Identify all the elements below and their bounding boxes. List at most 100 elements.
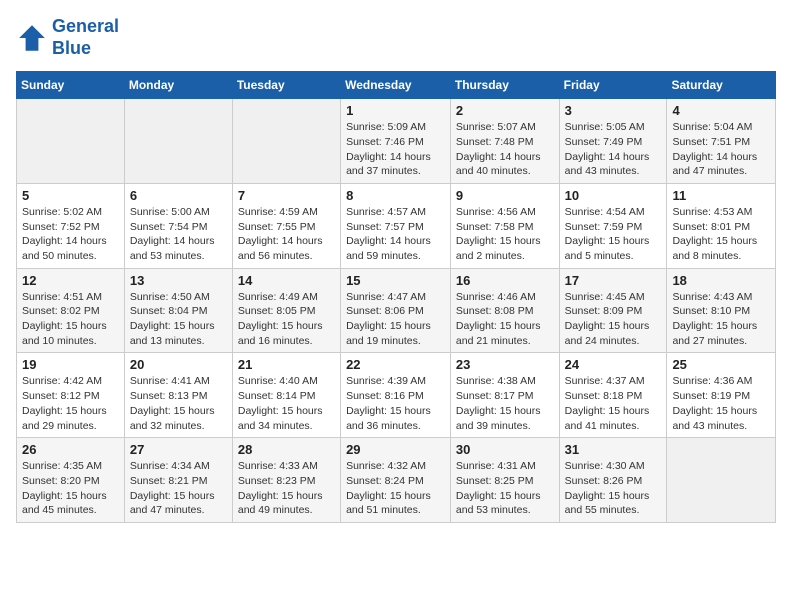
day-content: Sunrise: 4:47 AMSunset: 8:06 PMDaylight:…	[346, 290, 445, 349]
calendar-cell: 1 Sunrise: 5:09 AMSunset: 7:46 PMDaylight…	[341, 99, 451, 184]
logo-icon	[16, 22, 48, 54]
day-number: 16	[456, 273, 554, 288]
day-content: Sunrise: 4:37 AMSunset: 8:18 PMDaylight:…	[565, 374, 662, 433]
calendar-cell: 31 Sunrise: 4:30 AMSunset: 8:26 PMDayligh…	[559, 438, 667, 523]
calendar-cell: 22 Sunrise: 4:39 AMSunset: 8:16 PMDayligh…	[341, 353, 451, 438]
weekday-header-thursday: Thursday	[450, 72, 559, 99]
calendar-cell	[667, 438, 776, 523]
day-number: 29	[346, 442, 445, 457]
day-number: 21	[238, 357, 335, 372]
logo-text: General Blue	[52, 16, 119, 59]
day-content: Sunrise: 4:32 AMSunset: 8:24 PMDaylight:…	[346, 459, 445, 518]
day-content: Sunrise: 4:39 AMSunset: 8:16 PMDaylight:…	[346, 374, 445, 433]
calendar-cell: 5Sunrise: 5:02 AMSunset: 7:52 PMDaylight…	[17, 183, 125, 268]
day-number: 8	[346, 188, 445, 203]
day-number: 27	[130, 442, 227, 457]
day-content: Sunrise: 4:57 AMSunset: 7:57 PMDaylight:…	[346, 205, 445, 264]
day-content: Sunrise: 5:05 AMSunset: 7:49 PMDaylight:…	[565, 120, 662, 179]
calendar-cell: 17 Sunrise: 4:45 AMSunset: 8:09 PMDayligh…	[559, 268, 667, 353]
calendar-cell: 2Sunrise: 5:07 AMSunset: 7:48 PMDaylight…	[450, 99, 559, 184]
weekday-header-monday: Monday	[124, 72, 232, 99]
logo: General Blue	[16, 16, 119, 59]
day-content: Sunrise: 4:46 AMSunset: 8:08 PMDaylight:…	[456, 290, 554, 349]
calendar-cell: 3 Sunrise: 5:05 AMSunset: 7:49 PMDaylight…	[559, 99, 667, 184]
calendar-cell: 8 Sunrise: 4:57 AMSunset: 7:57 PMDaylight…	[341, 183, 451, 268]
weekday-header-friday: Friday	[559, 72, 667, 99]
day-content: Sunrise: 4:45 AMSunset: 8:09 PMDaylight:…	[565, 290, 662, 349]
day-number: 14	[238, 273, 335, 288]
day-content: Sunrise: 4:35 AMSunset: 8:20 PMDaylight:…	[22, 459, 119, 518]
day-content: Sunrise: 5:00 AMSunset: 7:54 PMDaylight:…	[130, 205, 227, 264]
day-number: 10	[565, 188, 662, 203]
calendar-week-5: 26 Sunrise: 4:35 AMSunset: 8:20 PMDayligh…	[17, 438, 776, 523]
day-number: 20	[130, 357, 227, 372]
day-content: Sunrise: 4:42 AMSunset: 8:12 PMDaylight:…	[22, 374, 119, 433]
weekday-header-saturday: Saturday	[667, 72, 776, 99]
weekday-header-sunday: Sunday	[17, 72, 125, 99]
day-number: 13	[130, 273, 227, 288]
day-number: 25	[672, 357, 770, 372]
weekday-header-tuesday: Tuesday	[232, 72, 340, 99]
calendar-week-2: 5Sunrise: 5:02 AMSunset: 7:52 PMDaylight…	[17, 183, 776, 268]
day-content: Sunrise: 4:30 AMSunset: 8:26 PMDaylight:…	[565, 459, 662, 518]
day-number: 17	[565, 273, 662, 288]
day-content: Sunrise: 4:50 AMSunset: 8:04 PMDaylight:…	[130, 290, 227, 349]
calendar-cell: 21 Sunrise: 4:40 AMSunset: 8:14 PMDayligh…	[232, 353, 340, 438]
day-number: 6	[130, 188, 227, 203]
day-number: 9	[456, 188, 554, 203]
calendar-cell: 20 Sunrise: 4:41 AMSunset: 8:13 PMDayligh…	[124, 353, 232, 438]
day-content: Sunrise: 4:49 AMSunset: 8:05 PMDaylight:…	[238, 290, 335, 349]
calendar-cell: 25 Sunrise: 4:36 AMSunset: 8:19 PMDayligh…	[667, 353, 776, 438]
day-content: Sunrise: 4:43 AMSunset: 8:10 PMDaylight:…	[672, 290, 770, 349]
day-number: 11	[672, 188, 770, 203]
calendar-cell: 29 Sunrise: 4:32 AMSunset: 8:24 PMDayligh…	[341, 438, 451, 523]
day-number: 31	[565, 442, 662, 457]
day-content: Sunrise: 4:38 AMSunset: 8:17 PMDaylight:…	[456, 374, 554, 433]
calendar-cell: 30Sunrise: 4:31 AMSunset: 8:25 PMDayligh…	[450, 438, 559, 523]
day-number: 18	[672, 273, 770, 288]
calendar-cell	[232, 99, 340, 184]
day-content: Sunrise: 4:41 AMSunset: 8:13 PMDaylight:…	[130, 374, 227, 433]
day-number: 19	[22, 357, 119, 372]
day-number: 15	[346, 273, 445, 288]
calendar-week-3: 12Sunrise: 4:51 AMSunset: 8:02 PMDayligh…	[17, 268, 776, 353]
calendar-cell: 13 Sunrise: 4:50 AMSunset: 8:04 PMDayligh…	[124, 268, 232, 353]
calendar-cell: 15 Sunrise: 4:47 AMSunset: 8:06 PMDayligh…	[341, 268, 451, 353]
calendar-body: 1 Sunrise: 5:09 AMSunset: 7:46 PMDaylight…	[17, 99, 776, 523]
calendar-cell: 6 Sunrise: 5:00 AMSunset: 7:54 PMDaylight…	[124, 183, 232, 268]
day-content: Sunrise: 4:36 AMSunset: 8:19 PMDaylight:…	[672, 374, 770, 433]
day-number: 12	[22, 273, 119, 288]
calendar-cell: 23 Sunrise: 4:38 AMSunset: 8:17 PMDayligh…	[450, 353, 559, 438]
day-number: 4	[672, 103, 770, 118]
day-number: 26	[22, 442, 119, 457]
calendar-cell: 18 Sunrise: 4:43 AMSunset: 8:10 PMDayligh…	[667, 268, 776, 353]
day-number: 3	[565, 103, 662, 118]
calendar-cell: 9 Sunrise: 4:56 AMSunset: 7:58 PMDaylight…	[450, 183, 559, 268]
day-number: 22	[346, 357, 445, 372]
calendar-cell: 4Sunrise: 5:04 AMSunset: 7:51 PMDaylight…	[667, 99, 776, 184]
day-content: Sunrise: 4:34 AMSunset: 8:21 PMDaylight:…	[130, 459, 227, 518]
day-number: 2	[456, 103, 554, 118]
calendar-cell: 14 Sunrise: 4:49 AMSunset: 8:05 PMDayligh…	[232, 268, 340, 353]
day-number: 24	[565, 357, 662, 372]
weekday-header-wednesday: Wednesday	[341, 72, 451, 99]
day-content: Sunrise: 4:56 AMSunset: 7:58 PMDaylight:…	[456, 205, 554, 264]
calendar-table: SundayMondayTuesdayWednesdayThursdayFrid…	[16, 71, 776, 523]
day-number: 28	[238, 442, 335, 457]
calendar-cell: 11Sunrise: 4:53 AMSunset: 8:01 PMDayligh…	[667, 183, 776, 268]
day-number: 1	[346, 103, 445, 118]
calendar-cell	[124, 99, 232, 184]
calendar-cell: 24 Sunrise: 4:37 AMSunset: 8:18 PMDayligh…	[559, 353, 667, 438]
calendar-cell: 26 Sunrise: 4:35 AMSunset: 8:20 PMDayligh…	[17, 438, 125, 523]
day-content: Sunrise: 4:40 AMSunset: 8:14 PMDaylight:…	[238, 374, 335, 433]
calendar-week-1: 1 Sunrise: 5:09 AMSunset: 7:46 PMDaylight…	[17, 99, 776, 184]
calendar-cell: 16 Sunrise: 4:46 AMSunset: 8:08 PMDayligh…	[450, 268, 559, 353]
calendar-week-4: 19 Sunrise: 4:42 AMSunset: 8:12 PMDayligh…	[17, 353, 776, 438]
day-content: Sunrise: 4:59 AMSunset: 7:55 PMDaylight:…	[238, 205, 335, 264]
calendar-cell	[17, 99, 125, 184]
calendar-cell: 27 Sunrise: 4:34 AMSunset: 8:21 PMDayligh…	[124, 438, 232, 523]
weekday-header-row: SundayMondayTuesdayWednesdayThursdayFrid…	[17, 72, 776, 99]
day-number: 23	[456, 357, 554, 372]
day-content: Sunrise: 4:33 AMSunset: 8:23 PMDaylight:…	[238, 459, 335, 518]
day-content: Sunrise: 5:09 AMSunset: 7:46 PMDaylight:…	[346, 120, 445, 179]
